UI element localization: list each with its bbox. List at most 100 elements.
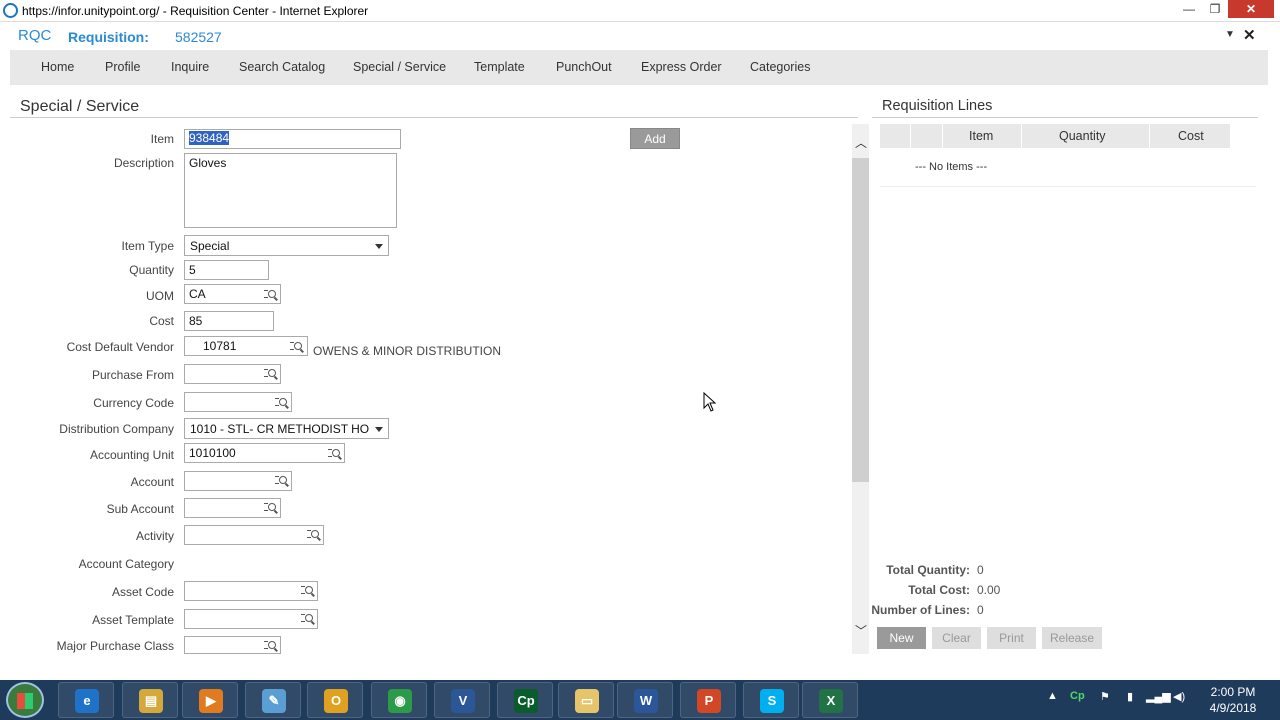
ie-icon: e bbox=[75, 689, 99, 713]
nav-profile[interactable]: Profile bbox=[105, 60, 140, 74]
taskbar-explorer-button[interactable]: ▤ bbox=[122, 682, 178, 718]
release-button[interactable]: Release bbox=[1042, 627, 1102, 649]
scrollbar-thumb[interactable] bbox=[852, 158, 869, 482]
minimize-button[interactable]: — bbox=[1176, 0, 1202, 18]
taskbar-chrome-button[interactable]: ◉ bbox=[371, 682, 427, 718]
lookup-icon[interactable] bbox=[264, 639, 278, 653]
taskbar-excel-button[interactable]: X bbox=[802, 682, 858, 718]
taskbar-media-button[interactable]: ▶ bbox=[182, 682, 238, 718]
lookup-icon[interactable] bbox=[264, 501, 278, 515]
quantity-label: Quantity bbox=[129, 263, 174, 277]
folder-icon: ▭ bbox=[575, 689, 599, 713]
total-cost-label: Total Cost: bbox=[908, 583, 970, 597]
account-category-label: Account Category bbox=[78, 557, 174, 571]
activity-input[interactable] bbox=[184, 525, 324, 545]
nav-home[interactable]: Home bbox=[41, 60, 74, 74]
close-icon[interactable]: ✕ bbox=[1243, 26, 1256, 44]
number-of-lines-value: 0 bbox=[977, 603, 984, 617]
lookup-icon[interactable] bbox=[275, 474, 289, 488]
lookup-icon[interactable] bbox=[301, 612, 315, 626]
lookup-icon[interactable] bbox=[328, 447, 342, 461]
clear-button[interactable]: Clear bbox=[932, 627, 981, 649]
taskbar-skype-button[interactable]: S bbox=[743, 682, 799, 718]
nav-template[interactable]: Template bbox=[474, 60, 525, 74]
battery-icon[interactable]: ▮ bbox=[1127, 690, 1133, 703]
taskbar-clock[interactable]: 2:00 PM 4/9/2018 bbox=[1200, 684, 1266, 716]
add-button[interactable]: Add bbox=[630, 128, 680, 149]
app-header: RQC Requisition: 582527 ▼ ✕ bbox=[0, 22, 1280, 50]
new-button[interactable]: New bbox=[877, 627, 926, 649]
captivate-tray-icon[interactable]: Cp bbox=[1070, 690, 1085, 702]
column-cost[interactable]: Cost bbox=[1178, 129, 1204, 143]
column-divider bbox=[1149, 124, 1150, 148]
item-value: 938484 bbox=[189, 131, 230, 145]
item-input[interactable]: 938484 bbox=[184, 129, 401, 149]
taskbar-notes-button[interactable]: ✎ bbox=[245, 682, 301, 718]
column-divider bbox=[1021, 124, 1022, 148]
taskbar-captivate-button[interactable]: Cp bbox=[497, 682, 553, 718]
section-title-requisition-lines: Requisition Lines bbox=[882, 98, 993, 114]
windows-logo-icon bbox=[17, 693, 33, 709]
scroll-up-icon[interactable]: ︿ bbox=[855, 137, 867, 149]
clock-date: 4/9/2018 bbox=[1209, 701, 1257, 715]
explorer-icon: ▤ bbox=[139, 689, 163, 713]
chevron-down-icon[interactable]: ▼ bbox=[1225, 29, 1235, 40]
taskbar-folder-button[interactable]: ▭ bbox=[558, 682, 614, 718]
description-textarea[interactable]: Gloves bbox=[184, 153, 397, 228]
nav-categories[interactable]: Categories bbox=[750, 60, 810, 74]
nav-inquire[interactable]: Inquire bbox=[171, 60, 209, 74]
lookup-icon[interactable] bbox=[307, 528, 321, 542]
tray-expand-icon[interactable]: ▲ bbox=[1047, 690, 1058, 702]
taskbar-outlook-button[interactable]: O bbox=[307, 682, 363, 718]
asset-code-input[interactable] bbox=[184, 581, 318, 601]
print-button[interactable]: Print bbox=[987, 627, 1036, 649]
purchase-from-label: Purchase From bbox=[91, 368, 174, 382]
sub-account-label: Sub Account bbox=[106, 502, 174, 516]
asset-template-input[interactable] bbox=[184, 609, 318, 629]
visio-icon: V bbox=[451, 689, 475, 713]
taskbar-word-button[interactable]: W bbox=[617, 682, 673, 718]
network-icon[interactable]: ▂▄▆ bbox=[1146, 690, 1171, 703]
distribution-company-label: Distribution Company bbox=[59, 422, 174, 436]
taskbar-powerpoint-button[interactable]: P bbox=[680, 682, 736, 718]
lookup-icon[interactable] bbox=[290, 340, 304, 354]
skype-icon: S bbox=[760, 689, 784, 713]
media-icon: ▶ bbox=[199, 689, 223, 713]
distribution-company-value: 1010 - STL- CR METHODIST HO bbox=[190, 422, 370, 436]
asset-template-label: Asset Template bbox=[92, 613, 174, 627]
lookup-icon[interactable] bbox=[264, 367, 278, 381]
column-item[interactable]: Item bbox=[969, 129, 993, 143]
start-button[interactable] bbox=[6, 682, 44, 718]
form-scrollbar[interactable]: ︿ ﹀ bbox=[852, 124, 869, 654]
taskbar-ie-button[interactable]: e bbox=[58, 682, 114, 718]
item-type-select[interactable]: Special bbox=[184, 235, 389, 256]
column-divider bbox=[942, 124, 943, 148]
chrome-icon: ◉ bbox=[388, 689, 412, 713]
mouse-cursor-icon bbox=[703, 392, 717, 412]
major-purchase-class-label: Major Purchase Class bbox=[56, 639, 174, 653]
action-center-icon[interactable]: ⚑ bbox=[1100, 690, 1110, 703]
quantity-input[interactable]: 5 bbox=[184, 260, 269, 280]
lookup-icon[interactable] bbox=[264, 288, 278, 302]
column-quantity[interactable]: Quantity bbox=[1059, 129, 1106, 143]
nav-search-catalog[interactable]: Search Catalog bbox=[239, 60, 325, 74]
nav-express-order[interactable]: Express Order bbox=[641, 60, 722, 74]
app-brand: RQC bbox=[18, 27, 52, 44]
outlook-icon: O bbox=[324, 689, 348, 713]
lookup-icon[interactable] bbox=[275, 396, 289, 410]
taskbar-visio-button[interactable]: V bbox=[434, 682, 490, 718]
window-close-button[interactable]: ✕ bbox=[1228, 0, 1274, 18]
internet-explorer-icon bbox=[3, 3, 18, 18]
nav-special-service[interactable]: Special / Service bbox=[353, 60, 446, 74]
main-nav: Home Profile Inquire Search Catalog Spec… bbox=[10, 50, 1268, 85]
scroll-down-icon[interactable]: ﹀ bbox=[855, 625, 867, 637]
accounting-unit-input[interactable]: 1010100 bbox=[184, 443, 345, 463]
powerpoint-icon: P bbox=[697, 689, 721, 713]
maximize-button[interactable]: ❐ bbox=[1202, 0, 1228, 18]
cost-input[interactable]: 85 bbox=[184, 311, 274, 331]
lookup-icon[interactable] bbox=[301, 584, 315, 598]
distribution-company-select[interactable]: 1010 - STL- CR METHODIST HO bbox=[184, 418, 389, 439]
nav-punchout[interactable]: PunchOut bbox=[556, 60, 612, 74]
volume-icon[interactable]: ◀) bbox=[1173, 690, 1185, 703]
number-of-lines-label: Number of Lines: bbox=[871, 603, 970, 617]
